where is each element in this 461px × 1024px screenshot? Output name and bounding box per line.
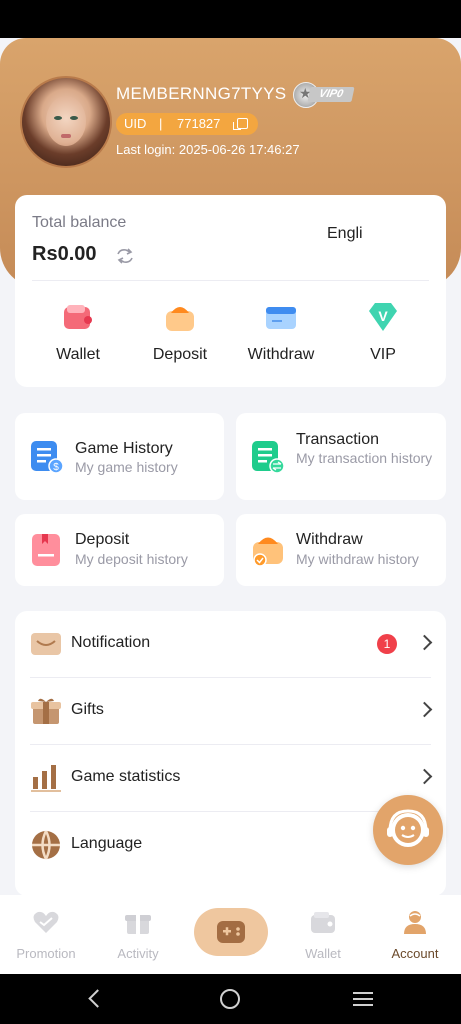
card-subtitle: My deposit history <box>75 551 188 567</box>
wallet-tab-icon <box>311 912 335 933</box>
card-subtitle: My withdraw history <box>296 551 419 567</box>
vip-badge: VIP0 <box>293 82 355 108</box>
quick-action-label: Wallet <box>56 346 100 363</box>
games-center-button[interactable] <box>194 908 268 956</box>
card-subtitle: My game history <box>75 459 178 475</box>
menu-label: Notification <box>71 634 151 651</box>
uid-separator: | <box>159 116 163 131</box>
divider <box>32 280 429 281</box>
promotion-icon <box>33 911 59 933</box>
deposit-history-icon <box>32 534 60 566</box>
uid-pill[interactable]: UID | 771827 <box>116 113 258 135</box>
envelope-icon <box>31 633 61 655</box>
withdraw-history-icon <box>253 537 283 567</box>
tab-label: Activity <box>117 946 159 961</box>
vip-level: VIP0 <box>307 87 355 102</box>
quick-action-label: Withdraw <box>247 346 315 363</box>
avatar-lip <box>61 134 71 138</box>
last-login: Last login: 2025-06-26 17:46:27 <box>116 142 300 157</box>
activity-icon <box>125 915 151 934</box>
chevron-right-icon <box>416 701 433 718</box>
menu-item-notification[interactable]: Notification 1 <box>15 611 446 678</box>
menu-label: Gifts <box>71 701 104 718</box>
svg-text:V: V <box>378 308 388 324</box>
account-icon <box>404 911 426 934</box>
withdraw-history-card[interactable]: Withdraw My withdraw history <box>236 514 446 586</box>
card-title: Withdraw <box>296 531 363 548</box>
avatar-eye-right <box>70 116 78 120</box>
avatar-eye-left <box>54 116 62 120</box>
quick-action-vip[interactable]: V VIP <box>333 295 433 364</box>
recents-icon[interactable] <box>353 992 373 1006</box>
avatar[interactable] <box>20 76 112 168</box>
chevron-right-icon <box>416 768 433 785</box>
menu-label: Game statistics <box>71 768 181 785</box>
customer-service-button[interactable] <box>373 795 443 865</box>
card-title: Transaction <box>296 431 379 448</box>
avatar-face <box>46 96 86 146</box>
uid-label: UID <box>124 116 147 131</box>
copy-icon[interactable] <box>233 118 248 130</box>
tab-activity[interactable]: Activity <box>92 895 184 974</box>
wallet-icon <box>64 305 92 329</box>
card-title: Deposit <box>75 531 130 548</box>
refresh-icon[interactable] <box>115 247 135 265</box>
svg-text:$: $ <box>53 462 59 473</box>
gift-icon <box>31 698 61 724</box>
quick-action-wallet[interactable]: Wallet <box>28 295 128 364</box>
quick-action-withdraw[interactable]: Withdraw <box>231 295 331 364</box>
globe-icon <box>32 830 60 860</box>
language-value: Engli <box>327 225 363 242</box>
tab-promotion[interactable]: Promotion <box>0 895 92 974</box>
notification-badge: 1 <box>377 634 397 654</box>
balance-card: Total balance Rs0.00 Wallet Deposit With… <box>15 195 446 387</box>
menu-label: Language <box>71 835 143 852</box>
tab-label: Promotion <box>16 946 76 961</box>
game-history-icon: $ <box>31 441 64 474</box>
home-icon[interactable] <box>220 989 240 1009</box>
card-title: Game History <box>75 440 173 457</box>
status-bar <box>0 0 461 38</box>
uid-value: 771827 <box>177 116 221 131</box>
quick-action-label: VIP <box>370 346 396 363</box>
balance-label: Total balance <box>32 214 127 231</box>
withdraw-icon <box>266 307 296 329</box>
tab-label: Account <box>391 946 439 961</box>
tab-wallet[interactable]: Wallet <box>277 895 369 974</box>
card-subtitle: My transaction history <box>296 450 433 466</box>
headset-icon <box>387 809 429 847</box>
gamepad-icon <box>217 921 245 943</box>
vip-icon: V <box>369 303 397 331</box>
username: MEMBERNNG7TYYS <box>116 84 287 103</box>
transaction-card[interactable]: Transaction My transaction history <box>236 413 446 500</box>
menu-item-gifts[interactable]: Gifts <box>15 678 446 745</box>
tab-account[interactable]: Account <box>369 895 461 974</box>
deposit-icon <box>166 307 194 331</box>
deposit-history-card[interactable]: Deposit My deposit history <box>15 514 224 586</box>
quick-action-label: Deposit <box>152 346 208 363</box>
tab-label: Wallet <box>305 946 341 961</box>
chevron-right-icon <box>416 634 433 651</box>
transaction-icon <box>252 441 285 474</box>
bar-chart-icon <box>31 765 61 792</box>
game-history-card[interactable]: $ Game History My game history <box>15 413 224 500</box>
quick-action-deposit[interactable]: Deposit <box>130 295 230 364</box>
balance-value: Rs0.00 <box>32 243 97 265</box>
